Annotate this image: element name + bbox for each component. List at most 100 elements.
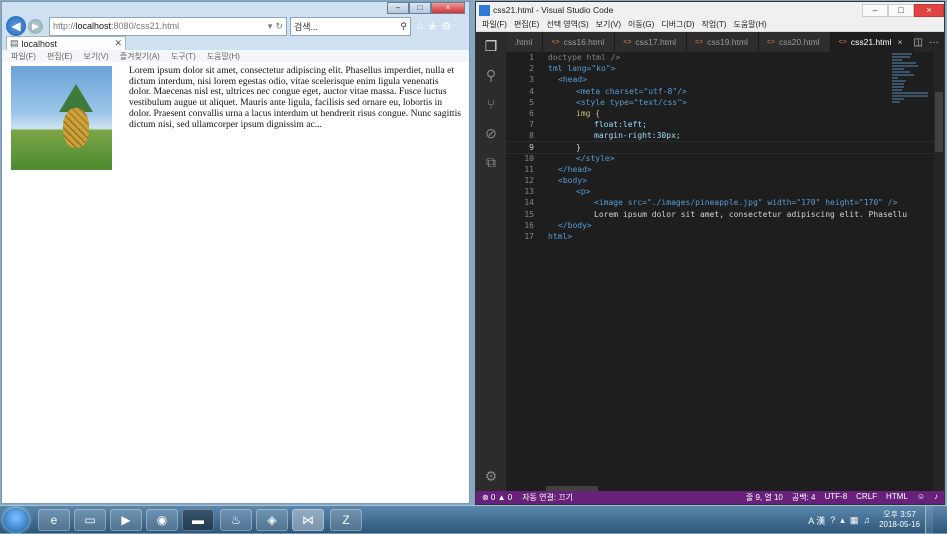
html-file-icon: <> [695,38,704,46]
code-editor[interactable]: 1 doctype html /> 2 tml lang="ko"> 3 <head>… [506,52,944,491]
java-icon[interactable]: ♨ [220,509,252,531]
tab-css20[interactable]: <> css20.html [758,32,831,52]
gear-icon[interactable]: ⚙ [442,20,452,33]
minimap[interactable] [892,52,930,142]
code-line: tml lang="ko"> [548,64,616,74]
menu-view[interactable]: 보기(V) [83,51,108,62]
activity-bar: ❐ ⚲ ⑂ ⊘ ⧉ ⚙ [476,32,506,491]
tab-css16[interactable]: <> css16.html [543,32,616,52]
more-actions-icon[interactable]: ··· [929,37,939,48]
menu-edit[interactable]: 편집(E) [47,51,72,62]
gear-icon[interactable]: ⚙ [476,462,506,491]
clock[interactable]: 오후 3:57 2018-05-16 [879,510,920,530]
search-input[interactable]: 검색... ⚲ [290,16,411,36]
problems-indicator[interactable]: ⊗ 0 ▲ 0 [482,493,512,502]
tab-css21[interactable]: <> css21.html × [830,32,914,52]
menu-edit[interactable]: 편집(E) [514,19,539,30]
vscode-icon[interactable]: ⋈ [292,509,324,531]
search-icon[interactable]: ⚲ [400,21,407,32]
close-tab-icon[interactable]: ✕ [114,38,122,49]
source-control-icon[interactable]: ⑂ [476,90,506,119]
ime-indicator[interactable]: A 漢 [808,514,825,527]
minimize-button[interactable]: – [862,3,888,17]
ie-icon[interactable]: e [38,509,70,531]
vscode-window: css21.html - Visual Studio Code – □ × 파일… [475,1,945,505]
menu-debug[interactable]: 디버그(D) [661,19,694,30]
home-icon[interactable]: ⌂ [417,20,424,33]
code-line: margin-right:30px; [594,131,681,141]
menu-help[interactable]: 도움말(H) [207,51,240,62]
help-icon[interactable]: ? [830,515,835,525]
menu-tools[interactable]: 도구(T) [171,51,196,62]
code-line: <p> [576,187,591,197]
code-line: float:left; [594,120,647,130]
show-desktop-button[interactable] [925,506,933,534]
tab-css19[interactable]: <> css19.html [687,32,759,52]
status-bar: ⊗ 0 ▲ 0 자동 연결: 끄기 줄 9, 열 10 공백: 4 UTF-8 … [476,491,944,504]
code-line: <style type="text/css"> [576,97,687,107]
menu-selection[interactable]: 선택 영역(S) [546,19,588,30]
tab-css17[interactable]: <> css17.html [615,32,688,52]
volume-icon[interactable]: ♫ [863,515,870,525]
window-title: css21.html - Visual Studio Code [493,5,614,15]
vscode-titlebar: css21.html - Visual Studio Code – □ × [476,2,944,18]
close-tab-icon[interactable]: × [897,37,902,47]
feedback-icon[interactable]: ☺ [917,492,925,503]
chrome-icon[interactable]: ◉ [146,509,178,531]
debug-icon[interactable]: ⊘ [476,119,506,148]
media-player-icon[interactable]: ▶ [110,509,142,531]
menu-tasks[interactable]: 작업(T) [702,19,727,30]
code-line: doctype html /> [548,53,621,62]
refresh-icon[interactable]: ↻ [275,21,283,32]
explorer-icon[interactable]: ❐ [476,32,506,61]
tab-localhost[interactable]: ▤ localhost ✕ [6,36,126,50]
menu-go[interactable]: 이동(G) [628,19,654,30]
autosave-status[interactable]: 자동 연결: 끄기 [522,492,573,503]
tray-arrow-icon[interactable]: ▴ [840,515,845,526]
bell-icon[interactable]: ♪ [934,492,938,503]
code-line: <meta charset="utf-8"/> [576,86,687,96]
filezilla-icon[interactable]: Z [330,509,362,531]
cursor-position[interactable]: 줄 9, 열 10 [746,492,783,503]
ie-toolbar-icons: ⌂ ★ ⚙ [417,20,451,33]
maximize-button[interactable]: □ [888,3,914,17]
start-button[interactable] [3,508,29,532]
maximize-button[interactable]: □ [409,2,431,14]
menu-favorites[interactable]: 즐겨찾기(A) [120,51,160,62]
network-icon[interactable]: ▦ [850,515,859,526]
indentation[interactable]: 공백: 4 [792,492,816,503]
search-icon[interactable]: ⚲ [476,61,506,90]
favorites-icon[interactable]: ★ [428,20,438,33]
dropdown-icon[interactable]: ▾ [268,21,273,32]
encoding[interactable]: UTF-8 [824,492,847,503]
html-file-icon: <> [551,38,560,46]
vertical-scrollbar[interactable] [934,52,944,491]
line-ending[interactable]: CRLF [856,492,877,503]
explorer-icon[interactable]: ▭ [74,509,106,531]
close-button[interactable]: × [431,2,465,14]
menu-file[interactable]: 파일(F) [482,19,507,30]
minimize-button[interactable]: – [387,2,409,14]
close-button[interactable]: × [914,3,944,17]
address-bar[interactable]: http://localhost:8080/css21.html ▾ ↻ [49,16,287,36]
address-url: http://localhost:8080/css21.html [53,21,180,31]
split-editor-icon[interactable]: ◫ [914,37,923,48]
back-icon[interactable]: ◀ [6,16,26,36]
ie-tab-strip: ▤ localhost ✕ [6,36,466,50]
code-line: <head> [558,75,587,85]
forward-icon[interactable]: ▶ [28,18,43,34]
code-line: </body> [558,220,592,230]
code-line: Lorem ipsum dolor sit amet, consectetur … [594,209,908,219]
tab-html[interactable]: .html [506,32,544,52]
extensions-icon[interactable]: ⧉ [476,148,506,177]
code-line: img { [576,108,601,118]
html-file-icon: <> [623,38,632,46]
menu-file[interactable]: 파일(F) [11,51,36,62]
menu-help[interactable]: 도움말(H) [733,19,766,30]
language-mode[interactable]: HTML [886,492,908,503]
menu-view[interactable]: 보기(V) [596,19,621,30]
code-line: </style> [576,153,615,163]
cmd-icon[interactable]: ▬ [182,509,214,531]
eclipse-icon[interactable]: ◈ [256,509,288,531]
editor-actions: ◫ ··· [914,32,944,52]
